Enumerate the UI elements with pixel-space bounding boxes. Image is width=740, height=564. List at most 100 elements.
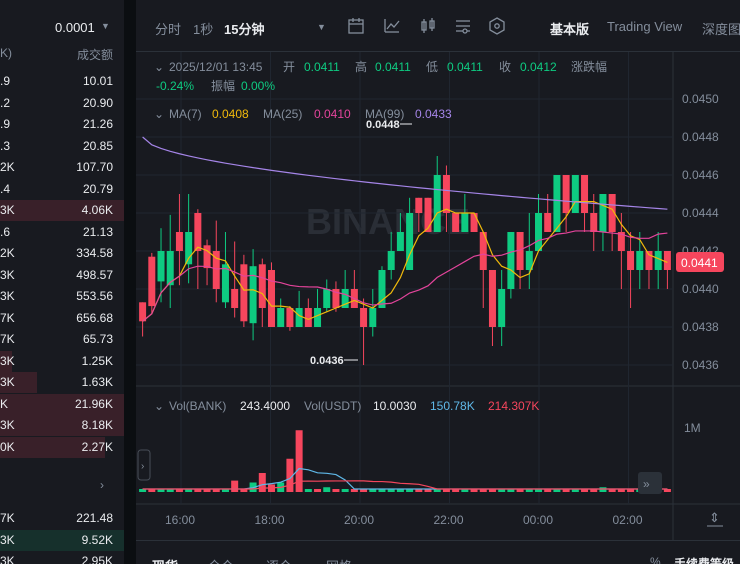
indicator-icon[interactable] — [383, 17, 401, 35]
caret-down-icon: ▼ — [101, 21, 110, 31]
trade-turnover: 2.27K — [81, 439, 113, 454]
scroll-left-button[interactable]: › — [137, 449, 151, 481]
tab-grid[interactable]: 网格 — [326, 556, 352, 564]
candle-body — [415, 197, 423, 213]
candle-body — [488, 270, 496, 327]
candle-body — [148, 256, 156, 307]
candle-body — [636, 251, 644, 270]
order-tabs: 现货 全仓 逐仓 网格 % 手续费等级 — [136, 540, 740, 564]
double-chevron-right-icon: » — [643, 477, 650, 491]
tab-cross[interactable]: 全仓 — [208, 556, 234, 564]
precision-selector[interactable]: 0.0001 ▼ — [0, 18, 124, 40]
price-tick: 0.0450 — [682, 92, 719, 106]
price-tick: 0.0438 — [682, 320, 719, 334]
scroll-to-latest-button[interactable]: » — [638, 472, 662, 494]
trade-row: 2K 107.70 — [0, 157, 124, 178]
interval-1s-tab[interactable]: 1秒 — [193, 19, 213, 38]
view-depth-tab[interactable]: 深度图 — [702, 19, 740, 38]
trade-amount: K — [0, 396, 9, 411]
settings-sliders-icon[interactable] — [454, 17, 472, 35]
candle-body — [590, 213, 598, 232]
trade-row: 3K 1.25K — [0, 350, 124, 372]
vol-base-value: 243.4000 — [240, 399, 290, 413]
time-tick: 22:00 — [434, 513, 464, 527]
trade-turnover: 4.06K — [81, 203, 113, 217]
candle-body — [175, 232, 183, 251]
change-value: -0.24% — [156, 79, 194, 93]
low-marker-label: 0.0436 — [310, 355, 344, 367]
trade-turnover: 20.79 — [82, 181, 113, 196]
trade-turnover: 20.85 — [82, 138, 113, 153]
volume-bar — [323, 487, 331, 492]
collapse-caret-icon[interactable]: ⌄ — [154, 399, 164, 413]
collapse-caret-icon[interactable]: ⌄ — [154, 60, 164, 74]
candle-body — [231, 289, 239, 308]
candle-body — [461, 213, 469, 232]
candle-body — [268, 270, 275, 327]
candle-body — [562, 175, 570, 213]
volume-scale-label: 1M — [684, 421, 701, 435]
volume-bar — [304, 489, 312, 492]
trade-amount: .4 — [0, 181, 11, 196]
trade-turnover: 65.73 — [82, 332, 113, 346]
candle-body — [304, 308, 312, 327]
view-tradingview-tab[interactable]: Trading View — [607, 19, 682, 34]
price-tick: 0.0446 — [682, 168, 719, 182]
calendar-icon[interactable] — [347, 17, 365, 35]
close-label: 收 — [499, 60, 511, 74]
candle-body — [433, 175, 441, 232]
vol-ma1-value: 150.78K — [430, 399, 475, 413]
column-turnover-header: 成交额 — [76, 48, 113, 62]
candle-body — [387, 251, 395, 270]
trade-amount: 2K — [0, 160, 15, 174]
candle-style-icon[interactable] — [419, 17, 437, 35]
candle-body — [571, 175, 579, 213]
trade-row: 3K 4.06K — [0, 200, 124, 221]
candle-body — [535, 213, 542, 251]
trade-turnover: 2.95K — [81, 554, 113, 564]
chevron-right-icon[interactable]: › — [100, 478, 104, 492]
trade-row: .4 20.79 — [0, 179, 124, 200]
candle-body — [396, 232, 404, 251]
trade-turnover: 1.63K — [81, 375, 113, 389]
kline-chart[interactable]: BINANCE 0.04500.04480.04460.04440.04420.… — [136, 52, 740, 540]
trade-amount: 0K — [0, 439, 15, 454]
collapse-caret-icon[interactable]: ⌄ — [154, 107, 164, 121]
candle-body — [286, 308, 294, 327]
low-label: 低 — [426, 60, 438, 74]
view-basic-tab[interactable]: 基本版 — [550, 19, 589, 38]
open-label: 开 — [283, 60, 295, 74]
trade-row: .6 21.13 — [0, 222, 124, 243]
trade-row: 3K 2.95K — [0, 551, 124, 564]
trade-turnover: 21.26 — [82, 117, 113, 131]
trade-row: 0K 2.27K — [0, 436, 124, 458]
tab-isolated[interactable]: 逐仓 — [266, 556, 292, 564]
amplitude-value: 0.00% — [241, 79, 275, 93]
trade-history-panel: 0.0001 ▼ K) 成交额 .9 10.01 .2 20.90 .9 21.26 .3 2… — [0, 0, 124, 564]
ma25-value: 0.0410 — [314, 107, 351, 121]
candle-body — [599, 194, 607, 232]
interval-time-tab[interactable]: 分时 — [155, 19, 181, 38]
volume-bar — [599, 487, 607, 492]
tab-spot[interactable]: 现货 — [152, 556, 178, 564]
candle-body — [139, 302, 147, 322]
interval-15m-tab[interactable]: 15分钟 — [224, 19, 264, 38]
trade-amount: 3K — [0, 532, 15, 547]
trade-turnover: 8.18K — [81, 418, 113, 432]
ohlc-date: 2025/12/01 13:45 — [169, 60, 263, 74]
hexagon-settings-icon[interactable] — [488, 17, 506, 35]
candle-body — [314, 308, 322, 327]
trade-turnover: 9.52K — [81, 532, 113, 547]
price-tick: 0.0448 — [682, 130, 719, 144]
ma7-label: MA(7) — [169, 107, 202, 121]
candle-body — [627, 251, 635, 270]
candle-body — [507, 232, 515, 289]
fee-level-link[interactable]: 手续费等级 — [674, 555, 734, 564]
trade-row: .3 20.85 — [0, 136, 124, 157]
chevron-left-icon: › — [141, 461, 144, 472]
ma7-value: 0.0408 — [212, 107, 249, 121]
candle-body — [663, 251, 671, 270]
ma99-value: 0.0433 — [415, 107, 452, 121]
trade-row: 7K 656.68 — [0, 308, 124, 329]
caret-down-icon[interactable]: ▼ — [317, 22, 326, 32]
